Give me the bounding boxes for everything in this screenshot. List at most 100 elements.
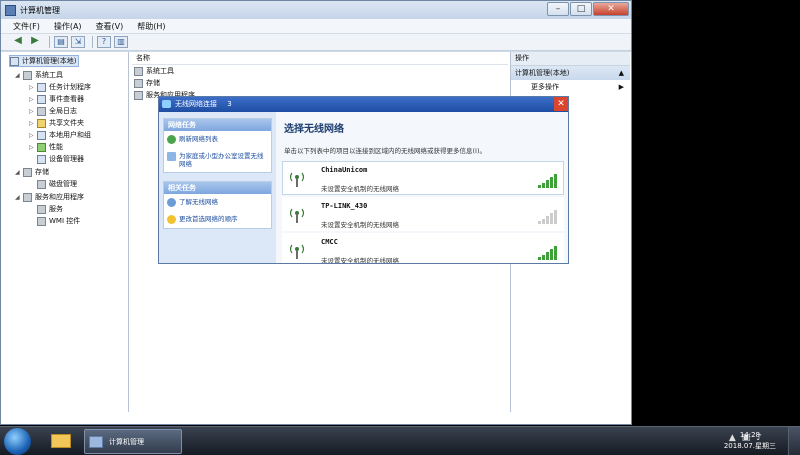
toolbar-separator bbox=[49, 36, 50, 48]
tree-item-disk-management[interactable]: 磁盘管理 bbox=[29, 178, 77, 190]
collapse-arrow-icon[interactable]: ◢ bbox=[15, 194, 23, 201]
clock[interactable]: 14:28 2018.07.星期三 bbox=[724, 430, 776, 452]
wireless-antenna-icon bbox=[289, 208, 305, 223]
storage-icon bbox=[23, 167, 32, 177]
signal-strength-icon bbox=[537, 210, 557, 224]
expand-arrow-icon[interactable]: ▷ bbox=[29, 84, 37, 91]
network-item-chinaunicom[interactable]: ChinaUnicom 未设置安全机制的无线网络 bbox=[282, 161, 564, 195]
network-ssid: CMCC bbox=[321, 238, 338, 246]
collapse-arrow-icon[interactable]: ◢ bbox=[15, 169, 23, 176]
forward-arrow-icon[interactable]: ▶ bbox=[28, 36, 42, 48]
tree-item-label: 共享文件夹 bbox=[49, 119, 84, 127]
console-tree-icon[interactable]: ▤ bbox=[54, 36, 68, 48]
tree-item-label: 本地用户和组 bbox=[49, 131, 91, 139]
title-bar[interactable]: 计算机管理 – □ ✕ bbox=[1, 1, 631, 19]
menu-view[interactable]: 查看(V) bbox=[96, 21, 124, 32]
tree-item-label: 服务 bbox=[49, 205, 63, 213]
menu-file[interactable]: 文件(F) bbox=[13, 21, 40, 32]
tree-item-wmi-control[interactable]: WMI 控件 bbox=[29, 215, 80, 227]
network-item-cmcc[interactable]: CMCC 未设置安全机制的无线网络 bbox=[282, 233, 564, 264]
network-ssid: TP-LINK_430 bbox=[321, 202, 368, 210]
tools-icon bbox=[23, 70, 32, 80]
menu-bar: 文件(F) 操作(A) 查看(V) 帮助(H) bbox=[1, 19, 631, 34]
task-label: 更改首选网络的顺序 bbox=[179, 215, 238, 223]
menu-action[interactable]: 操作(A) bbox=[54, 21, 82, 32]
setup-wireless-network-link[interactable]: 为家庭或小型办公室设置无线网络 bbox=[164, 148, 271, 172]
expand-arrow-icon[interactable]: ▷ bbox=[29, 96, 37, 103]
wireless-dialog-close-button[interactable]: ✕ bbox=[554, 97, 568, 111]
tools-icon bbox=[134, 66, 143, 76]
tree-item-local-users[interactable]: ▷ 本地用户和组 bbox=[29, 129, 91, 141]
column-header-name[interactable]: 名称 bbox=[132, 52, 508, 65]
start-button[interactable] bbox=[4, 428, 31, 455]
tree-item-services-apps[interactable]: ◢ 服务和应用程序 bbox=[15, 191, 84, 203]
computer-management-icon bbox=[5, 4, 16, 16]
tree-item-device-manager[interactable]: 设备管理器 bbox=[29, 153, 84, 165]
help-icon[interactable]: ? bbox=[97, 36, 111, 48]
folder-icon bbox=[37, 118, 46, 128]
clock-icon bbox=[37, 82, 46, 92]
network-security: 未设置安全机制的无线网络 bbox=[321, 257, 399, 264]
tree-root[interactable]: 计算机管理(本地) bbox=[9, 55, 80, 67]
tree-item-label: 事件查看器 bbox=[49, 95, 84, 103]
list-item[interactable]: 存储 bbox=[132, 77, 508, 89]
choose-network-description: 单击以下列表中的项目以连接到区域内的无线网络或获得更多信息(I)。 bbox=[284, 147, 486, 155]
wireless-network-list-area: 选择无线网络 单击以下列表中的项目以连接到区域内的无线网络或获得更多信息(I)。… bbox=[276, 112, 568, 264]
back-arrow-icon[interactable]: ◀ bbox=[11, 36, 25, 48]
more-actions-item[interactable]: 更多操作 ▶ bbox=[511, 80, 630, 94]
folder-icon bbox=[51, 434, 71, 448]
actions-header: 操作 bbox=[511, 52, 630, 66]
computer-icon bbox=[10, 56, 19, 66]
tree-item-global-log[interactable]: ▷ 全局日志 bbox=[29, 105, 77, 117]
collapse-triangle-icon[interactable]: ▲ bbox=[619, 66, 624, 80]
actions-section-label: 计算机管理(本地) bbox=[515, 69, 570, 77]
tree-item-performance[interactable]: ▷ 性能 bbox=[29, 141, 63, 153]
actions-section[interactable]: 计算机管理(本地) ▲ bbox=[511, 66, 630, 80]
menu-help[interactable]: 帮助(H) bbox=[137, 21, 165, 32]
close-button[interactable]: ✕ bbox=[593, 2, 629, 16]
wireless-network-dialog: 无线网络连接 3 ✕ 网络任务 刷新网络列表 为家庭或小型办公室设置无线网络 相… bbox=[158, 96, 569, 264]
minimize-button[interactable]: – bbox=[547, 2, 569, 16]
refresh-network-list-link[interactable]: 刷新网络列表 bbox=[164, 131, 271, 148]
tree-item-storage[interactable]: ◢ 存储 bbox=[15, 166, 49, 178]
tree-item-services[interactable]: 服务 bbox=[29, 203, 63, 215]
tree-item-system-tools[interactable]: ◢ 系统工具 bbox=[15, 69, 63, 81]
tree-item-task-scheduler[interactable]: ▷ 任务计划程序 bbox=[29, 81, 91, 93]
export-list-icon[interactable]: ⇲ bbox=[71, 36, 85, 48]
tree-item-event-viewer[interactable]: ▷ 事件查看器 bbox=[29, 93, 84, 105]
tree-item-shared-folders[interactable]: ▷ 共享文件夹 bbox=[29, 117, 84, 129]
tree-item-label: 存储 bbox=[35, 168, 49, 176]
collapse-arrow-icon[interactable]: ◢ bbox=[15, 72, 23, 79]
expand-arrow-icon[interactable]: ▷ bbox=[29, 132, 37, 139]
show-desktop-button[interactable] bbox=[788, 427, 800, 455]
network-item-tp-link[interactable]: TP-LINK_430 未设置安全机制的无线网络 bbox=[282, 197, 564, 231]
expand-arrow-icon[interactable]: ▷ bbox=[29, 108, 37, 115]
computer-management-icon bbox=[89, 435, 103, 448]
expand-arrow-icon[interactable]: ▷ bbox=[29, 144, 37, 151]
setup-network-icon bbox=[167, 152, 176, 161]
network-ssid: ChinaUnicom bbox=[321, 166, 368, 174]
tree-item-label: 全局日志 bbox=[49, 107, 77, 115]
list-item-label: 存储 bbox=[146, 79, 160, 87]
signal-strength-icon bbox=[537, 174, 557, 188]
wireless-icon bbox=[162, 100, 171, 108]
expand-arrow-icon[interactable]: ▷ bbox=[29, 120, 37, 127]
task-label: 了解无线网络 bbox=[179, 198, 218, 206]
wireless-dialog-titlebar[interactable]: 无线网络连接 3 ✕ bbox=[159, 97, 568, 112]
network-tasks-box: 网络任务 刷新网络列表 为家庭或小型办公室设置无线网络 bbox=[163, 118, 272, 173]
action-pane-icon[interactable]: ▥ bbox=[114, 36, 128, 48]
console-tree: 计算机管理(本地) ◢ 系统工具 ▷ 任务计划程序 ▷ 事件查看器 ▷ 全局日志 bbox=[3, 52, 129, 412]
users-icon bbox=[37, 130, 46, 140]
tree-item-label: 设备管理器 bbox=[49, 155, 84, 163]
list-item[interactable]: 系统工具 bbox=[132, 65, 508, 77]
event-viewer-icon bbox=[37, 94, 46, 104]
learn-wireless-link[interactable]: 了解无线网络 bbox=[164, 194, 271, 211]
explorer-taskbar-button[interactable] bbox=[45, 430, 77, 452]
taskbar-item-computer-management[interactable]: 计算机管理 bbox=[84, 429, 182, 454]
log-icon bbox=[37, 106, 46, 116]
change-network-order-link[interactable]: 更改首选网络的顺序 bbox=[164, 211, 271, 228]
related-tasks-header: 相关任务 bbox=[164, 182, 271, 194]
maximize-button[interactable]: □ bbox=[570, 2, 592, 16]
services-icon bbox=[37, 204, 46, 214]
tree-item-label: 磁盘管理 bbox=[49, 180, 77, 188]
